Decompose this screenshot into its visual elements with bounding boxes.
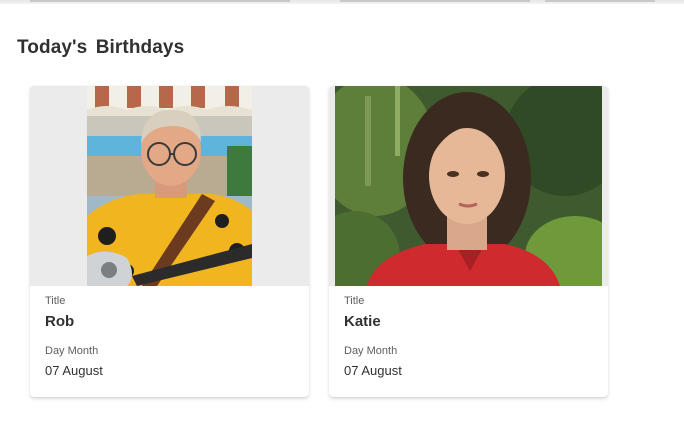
divider-segment xyxy=(545,0,655,2)
date-label: Day Month xyxy=(344,345,398,357)
birthday-date: 07 August xyxy=(344,363,402,378)
date-label: Day Month xyxy=(45,345,99,357)
person-name: Rob xyxy=(45,313,75,330)
birthday-card[interactable]: Title Rob Day Month 07 August xyxy=(30,86,309,397)
profile-photo xyxy=(335,86,602,286)
person-name: Katie xyxy=(344,313,381,330)
divider-segment xyxy=(30,0,290,2)
card-media xyxy=(30,86,309,286)
divider-segment xyxy=(340,0,530,2)
birthday-date: 07 August xyxy=(45,363,103,378)
birthday-card[interactable]: Title Katie Day Month 07 August xyxy=(329,86,608,397)
profile-photo xyxy=(87,86,252,286)
title-label: Title xyxy=(344,295,365,307)
title-label: Title xyxy=(45,295,66,307)
top-divider xyxy=(0,0,684,4)
card-media xyxy=(329,86,608,286)
section-title: Today's Birthdays xyxy=(17,37,185,58)
